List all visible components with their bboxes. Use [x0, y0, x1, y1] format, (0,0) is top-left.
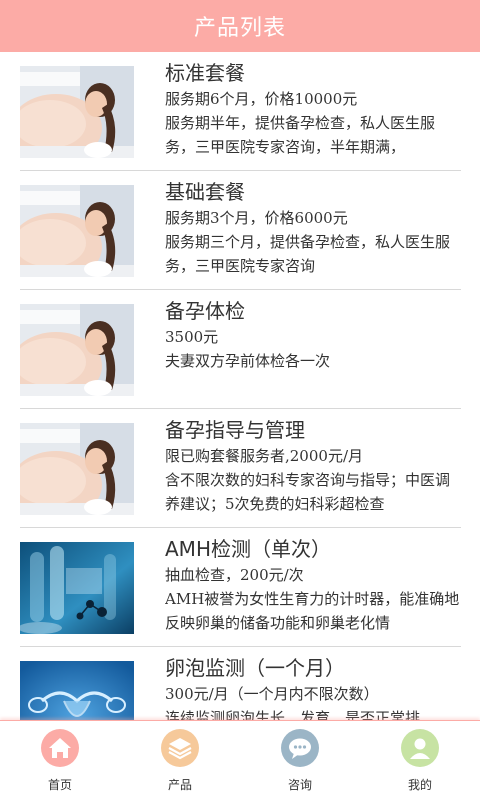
product-info: 备孕体检 3500元 夫妻双方孕前体检各一次 — [165, 298, 461, 408]
product-price: 服务期3个月，价格6000元 — [165, 209, 348, 227]
user-icon — [401, 729, 439, 767]
product-image-pregnant-mother-child — [20, 304, 134, 396]
pregnant-mother-child-photo — [20, 185, 134, 277]
product-item[interactable]: 备孕指导与管理 限已购套餐服务者,2000元/月 含不限次数的妇科专家咨询与指导… — [20, 409, 461, 528]
bottom-tab-bar: 首页 产品 咨询 我的 — [0, 720, 480, 800]
uterus-illustration — [20, 661, 134, 720]
layers-icon — [161, 729, 199, 767]
product-description: 夫妻双方孕前体检各一次 — [165, 352, 331, 370]
page-title: 产品列表 — [193, 16, 286, 41]
product-image-pregnant-mother-child — [20, 185, 134, 277]
pregnant-mother-child-photo — [20, 66, 134, 158]
product-title: AMH检测（单次） — [165, 537, 331, 561]
product-item[interactable]: 标准套餐 服务期6个月，价格10000元 服务期半年，提供备孕检查，私人医生服务… — [20, 52, 461, 171]
product-description: 服务期三个月，提供备孕检查，私人医生服务，三甲医院专家咨询 — [165, 233, 451, 275]
tab-label: 我的 — [407, 778, 432, 792]
product-description: AMH被誉为女性生育力的计时器，能准确地反映卵巢的储备功能和卵巢老化情 — [165, 590, 460, 632]
tab-label: 首页 — [47, 778, 72, 792]
product-item[interactable]: 卵泡监测（一个月） 300元/月（一个月内不限次数） 连续监测卵泡生长、发育、是… — [20, 647, 461, 720]
product-price: 服务期6个月，价格10000元 — [165, 90, 358, 108]
product-title: 标准套餐 — [165, 61, 245, 85]
product-image-pregnant-mother-child — [20, 66, 134, 158]
product-info: 基础套餐 服务期3个月，价格6000元 服务期三个月，提供备孕检查，私人医生服务… — [165, 179, 461, 289]
product-price: 限已购套餐服务者,2000元/月 — [165, 447, 363, 465]
product-item[interactable]: 基础套餐 服务期3个月，价格6000元 服务期三个月，提供备孕检查，私人医生服务… — [20, 171, 461, 290]
product-price: 抽血检查，200元/次 — [165, 566, 304, 584]
tab-consult[interactable]: 咨询 — [240, 721, 360, 800]
product-item[interactable]: 备孕体检 3500元 夫妻双方孕前体检各一次 — [20, 290, 461, 409]
product-price: 300元/月（一个月内不限次数） — [165, 685, 379, 703]
header-bar: 产品列表 — [0, 0, 480, 52]
tab-products[interactable]: 产品 — [120, 721, 240, 800]
product-title: 卵泡监测（一个月） — [165, 656, 345, 680]
product-info: 标准套餐 服务期6个月，价格10000元 服务期半年，提供备孕检查，私人医生服务… — [165, 60, 461, 170]
lab-test-tubes-photo — [20, 542, 134, 634]
tab-home[interactable]: 首页 — [0, 721, 120, 800]
tab-label: 产品 — [167, 778, 192, 792]
tab-mine[interactable]: 我的 — [360, 721, 480, 800]
product-image-lab-test-tubes — [20, 542, 134, 634]
product-item[interactable]: AMH检测（单次） 抽血检查，200元/次 AMH被誉为女性生育力的计时器，能准… — [20, 528, 461, 647]
product-title: 基础套餐 — [165, 180, 245, 204]
product-description: 含不限次数的妇科专家咨询与指导；中医调养建议；5次免费的妇科彩超检查 — [165, 471, 451, 513]
product-info: 卵泡监测（一个月） 300元/月（一个月内不限次数） 连续监测卵泡生长、发育、是… — [165, 655, 461, 720]
product-info: 备孕指导与管理 限已购套餐服务者,2000元/月 含不限次数的妇科专家咨询与指导… — [165, 417, 461, 527]
tab-label: 咨询 — [287, 778, 312, 792]
app-screen: 产品列表 标准套餐 服务期6个月，价格10000元 服务期半年，提供备孕检查，私… — [0, 0, 480, 800]
product-description: 服务期半年，提供备孕检查，私人医生服务，三甲医院专家咨询，半年期满， — [165, 114, 436, 156]
product-image-uterus-illustration — [20, 661, 134, 720]
product-info: AMH检测（单次） 抽血检查，200元/次 AMH被誉为女性生育力的计时器，能准… — [165, 536, 461, 646]
product-image-pregnant-mother-child — [20, 423, 134, 515]
product-price: 3500元 — [165, 328, 219, 346]
product-title: 备孕体检 — [165, 299, 245, 323]
pregnant-mother-child-photo — [20, 423, 134, 515]
pregnant-mother-child-photo — [20, 304, 134, 396]
chat-icon — [281, 729, 319, 767]
product-list[interactable]: 标准套餐 服务期6个月，价格10000元 服务期半年，提供备孕检查，私人医生服务… — [0, 52, 480, 720]
product-title: 备孕指导与管理 — [165, 418, 305, 442]
product-description: 连续监测卵泡生长、发育、是否正常排 — [165, 709, 421, 720]
home-icon — [41, 729, 79, 767]
